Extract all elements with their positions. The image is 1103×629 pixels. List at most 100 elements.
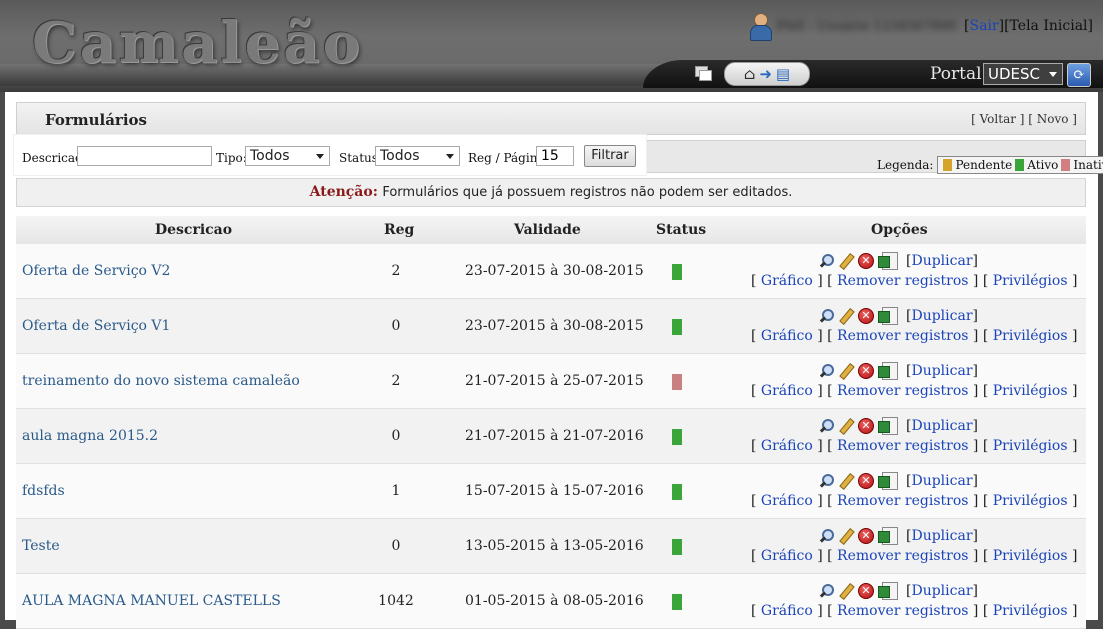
- chart-link[interactable]: Gráfico: [761, 383, 813, 399]
- reg-count: 0: [391, 428, 401, 444]
- delete-icon[interactable]: ✕: [858, 473, 874, 489]
- duplicate-link[interactable]: Duplicar: [911, 418, 972, 434]
- duplicate-link[interactable]: Duplicar: [911, 308, 972, 324]
- privileges-link[interactable]: Privilégios: [993, 383, 1068, 399]
- page-title: Formulários: [45, 111, 147, 129]
- delete-icon[interactable]: ✕: [858, 583, 874, 599]
- row-actions: ✕ [Duplicar]: [818, 307, 978, 325]
- edit-icon[interactable]: [838, 363, 854, 379]
- privileges-link[interactable]: Privilégios: [993, 273, 1068, 289]
- view-icon[interactable]: [818, 363, 834, 379]
- export-excel-icon[interactable]: [878, 362, 898, 380]
- windows-icon[interactable]: [695, 66, 712, 81]
- table-row: aula magna 2015.2 0 21-07-2015 à 21-07-201…: [16, 409, 1086, 464]
- view-icon[interactable]: [818, 418, 834, 434]
- form-title-link[interactable]: Oferta de Serviço V2: [22, 263, 170, 279]
- col-opcoes: Opções: [871, 222, 928, 238]
- remove-records-link[interactable]: Remover registros: [837, 603, 968, 619]
- row-links: [ Gráfico ] [ Remover registros ] [ Priv…: [751, 438, 1078, 454]
- col-reg: Reg: [384, 222, 415, 238]
- edit-icon[interactable]: [838, 583, 854, 599]
- validity-range: 01-05-2015 à 08-05-2016: [465, 593, 644, 609]
- form-title-link[interactable]: treinamento do novo sistema camaleão: [22, 373, 300, 389]
- logout-link[interactable]: Sair: [970, 18, 999, 34]
- refresh-icon[interactable]: ⟳: [1067, 63, 1091, 87]
- privileges-link[interactable]: Privilégios: [993, 493, 1068, 509]
- chevron-down-icon: [1049, 72, 1057, 77]
- remove-records-link[interactable]: Remover registros: [837, 438, 968, 454]
- form-title-link[interactable]: AULA MAGNA MANUEL CASTELLS: [22, 593, 281, 609]
- portal-select[interactable]: UDESC: [983, 63, 1063, 85]
- duplicate-link[interactable]: Duplicar: [911, 583, 972, 599]
- export-excel-icon[interactable]: [878, 307, 898, 325]
- chart-link[interactable]: Gráfico: [761, 328, 813, 344]
- home-screen-link[interactable]: Tela Inicial: [1010, 18, 1088, 34]
- privileges-link[interactable]: Privilégios: [993, 603, 1068, 619]
- view-icon[interactable]: [818, 473, 834, 489]
- form-title-link[interactable]: Teste: [22, 538, 60, 554]
- filter-button[interactable]: Filtrar: [584, 145, 636, 167]
- document-icon[interactable]: ▤: [776, 65, 790, 83]
- edit-icon[interactable]: [838, 253, 854, 269]
- delete-icon[interactable]: ✕: [858, 528, 874, 544]
- filter-form: Descricao: Tipo: Todos Status: Todos Reg…: [14, 135, 646, 175]
- delete-icon[interactable]: ✕: [858, 418, 874, 434]
- view-icon[interactable]: [818, 308, 834, 324]
- view-icon[interactable]: [818, 253, 834, 269]
- export-excel-icon[interactable]: [878, 582, 898, 600]
- status-indicator: [672, 319, 682, 335]
- edit-icon[interactable]: [838, 528, 854, 544]
- duplicate-link[interactable]: Duplicar: [911, 528, 972, 544]
- remove-records-link[interactable]: Remover registros: [837, 273, 968, 289]
- duplicate-link[interactable]: Duplicar: [911, 363, 972, 379]
- edit-icon[interactable]: [838, 308, 854, 324]
- chart-link[interactable]: Gráfico: [761, 548, 813, 564]
- table-row: fdsfds 1 15-07-2015 à 15-07-2016 ✕ [Duplicar…: [16, 464, 1086, 519]
- delete-icon[interactable]: ✕: [858, 363, 874, 379]
- privileges-link[interactable]: Privilégios: [993, 548, 1068, 564]
- export-excel-icon[interactable]: [878, 417, 898, 435]
- status-select[interactable]: Todos: [375, 146, 460, 166]
- remove-records-link[interactable]: Remover registros: [837, 493, 968, 509]
- remove-records-link[interactable]: Remover registros: [837, 328, 968, 344]
- chart-link[interactable]: Gráfico: [761, 493, 813, 509]
- privileges-link[interactable]: Privilégios: [993, 438, 1068, 454]
- remove-records-link[interactable]: Remover registros: [837, 548, 968, 564]
- descricao-input[interactable]: [77, 146, 212, 166]
- duplicate-action: [Duplicar]: [906, 473, 978, 489]
- view-icon[interactable]: [818, 528, 834, 544]
- reg-per-page-input[interactable]: [536, 146, 574, 166]
- export-excel-icon[interactable]: [878, 472, 898, 490]
- form-title-link[interactable]: aula magna 2015.2: [22, 428, 158, 444]
- status-indicator: [672, 594, 682, 610]
- edit-icon[interactable]: [838, 418, 854, 434]
- duplicate-link[interactable]: Duplicar: [911, 473, 972, 489]
- chart-link[interactable]: Gráfico: [761, 273, 813, 289]
- nav-links[interactable]: [ Voltar ] [ Novo ]: [971, 112, 1077, 126]
- reg-count: 2: [391, 263, 401, 279]
- export-excel-icon[interactable]: [878, 527, 898, 545]
- delete-icon[interactable]: ✕: [858, 253, 874, 269]
- delete-icon[interactable]: ✕: [858, 308, 874, 324]
- view-icon[interactable]: [818, 583, 834, 599]
- tipo-select[interactable]: Todos: [245, 146, 330, 166]
- chart-link[interactable]: Gráfico: [761, 603, 813, 619]
- legend-item-inativo: Inativo: [1073, 158, 1103, 172]
- chevron-down-icon: [446, 154, 454, 159]
- validity-range: 23-07-2015 à 30-08-2015: [465, 318, 644, 334]
- legend-item-pendente: Pendente: [955, 158, 1013, 172]
- remove-records-link[interactable]: Remover registros: [837, 383, 968, 399]
- export-excel-icon[interactable]: [878, 252, 898, 270]
- notice-label: Atenção:: [309, 184, 378, 200]
- form-title-link[interactable]: fdsfds: [22, 483, 65, 499]
- table-row: Teste 0 13-05-2015 à 13-05-2016 ✕ [Duplicar]…: [16, 519, 1086, 574]
- validity-range: 21-07-2015 à 21-07-2016: [465, 428, 644, 444]
- chart-link[interactable]: Gráfico: [761, 438, 813, 454]
- form-title-link[interactable]: Oferta de Serviço V1: [22, 318, 170, 334]
- app-header: Camaleão PAH - Usuário 1234567890 [Sair]…: [0, 0, 1103, 92]
- edit-icon[interactable]: [838, 473, 854, 489]
- duplicate-link[interactable]: Duplicar: [911, 253, 972, 269]
- privileges-link[interactable]: Privilégios: [993, 328, 1068, 344]
- home-icon[interactable]: ⌂: [744, 65, 755, 83]
- arrow-right-icon[interactable]: ➜: [759, 65, 772, 83]
